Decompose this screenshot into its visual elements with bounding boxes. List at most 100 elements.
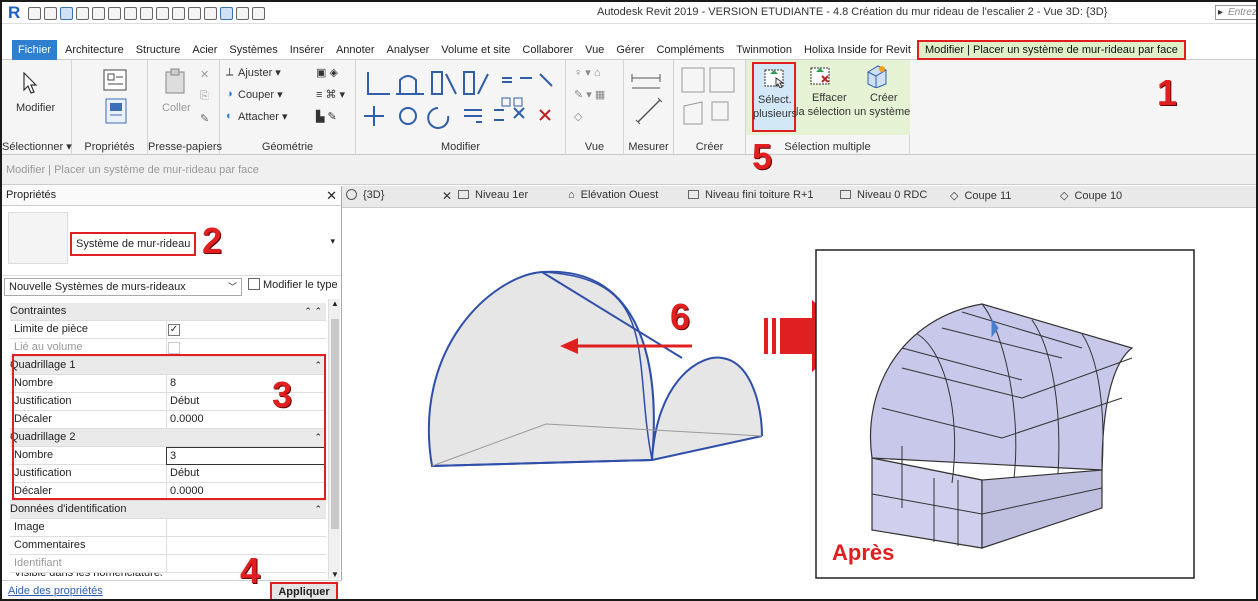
undo-icon[interactable] <box>76 6 89 20</box>
type-dropdown-value: Nouvelle Systèmes de murs-rideaux <box>9 281 186 293</box>
apply-button[interactable]: Appliquer <box>270 582 338 599</box>
table-row[interactable]: Identifiant <box>10 555 326 573</box>
properties-header: Propriétés ✕ <box>2 186 341 206</box>
save-icon[interactable] <box>44 6 57 20</box>
tab-menu[interactable]: Compléments <box>650 40 730 60</box>
tab-menu[interactable]: Gérer <box>610 40 650 60</box>
quick-access-toolbar <box>28 6 265 20</box>
cut-geometry-button[interactable]: Couper ▾ <box>238 88 283 101</box>
properties-help-link[interactable]: Aide des propriétés <box>8 585 103 597</box>
select-multiple-button[interactable]: Sélect. plusieurs <box>752 62 797 132</box>
hide-icon[interactable]: ♀ ▾ ⌂ <box>574 66 601 79</box>
tab-level-1[interactable]: Niveau 1er <box>458 189 528 201</box>
paste-icon[interactable] <box>164 68 186 94</box>
override-icon[interactable]: ✎ ▾ ▦ <box>574 88 605 101</box>
create-system-icon[interactable] <box>864 64 888 88</box>
sync-icon[interactable] <box>60 6 73 20</box>
row-label: Commentaires <box>14 539 86 551</box>
tab-menu[interactable]: Acier <box>186 40 223 60</box>
modify-button[interactable]: Modifier <box>16 102 55 114</box>
tag-icon[interactable] <box>156 6 169 20</box>
table-row[interactable]: Commentaires <box>10 537 326 555</box>
trim-button[interactable]: Ajuster ▾ <box>238 66 281 79</box>
close-icon[interactable]: ✕ <box>442 189 452 203</box>
cursor-icon[interactable] <box>22 72 38 94</box>
tab-section-10[interactable]: ◇ Coupe 10 <box>1060 189 1122 202</box>
paint-icon[interactable]: ▙ ✎ <box>316 110 337 123</box>
table-row[interactable]: Limite de pièce ✓ <box>10 321 326 339</box>
tab-menu[interactable]: Structure <box>130 40 187 60</box>
properties-icon[interactable] <box>105 98 127 124</box>
clear-selection-icon[interactable] <box>810 64 832 86</box>
tab-menu[interactable]: Collaborer <box>516 40 579 60</box>
section-icon[interactable] <box>204 6 217 20</box>
switch-windows-icon[interactable] <box>252 6 265 20</box>
thin-lines-icon[interactable] <box>220 6 233 20</box>
search-input[interactable]: ▸ Entrez <box>1215 5 1256 20</box>
match-properties-icon[interactable]: ✎ <box>200 112 209 125</box>
clear-selection-label2[interactable]: la sélection <box>796 106 851 118</box>
vault-after[interactable] <box>869 303 1134 549</box>
section-identity[interactable]: Données d'identification ⌃ <box>10 501 326 519</box>
tab-3d[interactable]: {3D} <box>346 189 384 201</box>
split-face-icon[interactable]: ≡ ⌘ ▾ <box>316 88 345 101</box>
tab-menu[interactable]: Systèmes <box>223 40 283 60</box>
modify-tools-icons[interactable] <box>364 68 564 130</box>
table-row[interactable]: Image <box>10 519 326 537</box>
scroll-down-icon[interactable]: ▼ <box>331 570 339 579</box>
panel-label[interactable]: Sélectionner ▾ <box>2 140 72 153</box>
wall-joins-icon[interactable]: ▣ ◈ <box>316 66 338 79</box>
measure-icon[interactable] <box>630 66 668 126</box>
tab-roof-level[interactable]: Niveau fini toiture R+1 <box>688 189 814 201</box>
tab-menu[interactable]: Analyser <box>381 40 436 60</box>
linework-icon[interactable]: ◇ <box>574 110 582 123</box>
scroll-up-icon[interactable]: ▲ <box>331 299 339 308</box>
drawing-area[interactable]: Après <box>342 208 1258 601</box>
callout-4: 4 <box>240 550 261 591</box>
scroll-thumb[interactable] <box>331 319 339 529</box>
tab-file[interactable]: Fichier <box>12 39 58 60</box>
scrollbar[interactable]: ▲ ▼ <box>328 299 340 579</box>
vault-before[interactable] <box>427 270 763 468</box>
tab-menu[interactable]: Vue <box>579 40 610 60</box>
tab-elevation-west[interactable]: ⌂ Elévation Ouest <box>568 189 658 201</box>
print-icon[interactable] <box>108 6 121 20</box>
join-label: Attacher <box>238 111 279 123</box>
tab-menu[interactable]: Architecture <box>59 40 130 60</box>
open-icon[interactable] <box>28 6 41 20</box>
tab-menu[interactable]: Holixa Inside for Revit <box>798 40 917 60</box>
close-hidden-icon[interactable] <box>236 6 249 20</box>
redo-icon[interactable] <box>92 6 105 20</box>
type-properties-icon[interactable] <box>102 68 128 92</box>
type-selector-area[interactable]: Système de mur-rideau ▾ <box>2 206 341 276</box>
chevron-down-icon[interactable]: ▾ <box>330 236 335 247</box>
create-system-label1[interactable]: Créer <box>870 92 898 104</box>
join-button[interactable]: Attacher ▾ <box>238 110 288 123</box>
row-value[interactable] <box>166 519 326 537</box>
edit-type-button[interactable]: Modifier le type <box>248 278 338 291</box>
tab-menu[interactable]: Twinmotion <box>730 40 798 60</box>
text-icon[interactable] <box>172 6 185 20</box>
default-3d-icon[interactable] <box>188 6 201 20</box>
revit-logo[interactable]: R <box>8 3 20 23</box>
section-constraints[interactable]: Contraintes ⌃ ⌃ <box>10 303 326 321</box>
close-icon[interactable]: ✕ <box>326 188 337 204</box>
tab-modify-curtain-system[interactable]: Modifier | Placer un système de mur-ride… <box>916 39 1186 60</box>
model-view[interactable]: Après <box>342 208 1258 601</box>
tab-menu[interactable]: Insérer <box>284 40 330 60</box>
dimension-icon[interactable] <box>140 6 153 20</box>
clear-selection-label1[interactable]: Effacer <box>812 92 847 104</box>
tab-menu[interactable]: Annoter <box>330 40 381 60</box>
elevation-icon: ⌂ <box>568 189 575 201</box>
measure-icon[interactable] <box>124 6 137 20</box>
copy-icon[interactable]: ⎘ <box>200 90 209 103</box>
type-dropdown[interactable]: Nouvelle Systèmes de murs-rideaux ﹀ <box>4 278 242 296</box>
tab-level-0[interactable]: Niveau 0 RDC <box>840 189 927 201</box>
checkbox[interactable]: ✓ <box>168 324 180 336</box>
create-system-label2[interactable]: un système <box>854 106 910 118</box>
cut-icon[interactable]: ✕ <box>200 68 209 81</box>
tab-section-11[interactable]: ◇ Coupe 11 <box>950 189 1011 202</box>
tab-menu[interactable]: Volume et site <box>435 40 516 60</box>
create-tools-icons[interactable] <box>680 66 742 128</box>
paste-button[interactable]: Coller <box>162 102 191 114</box>
